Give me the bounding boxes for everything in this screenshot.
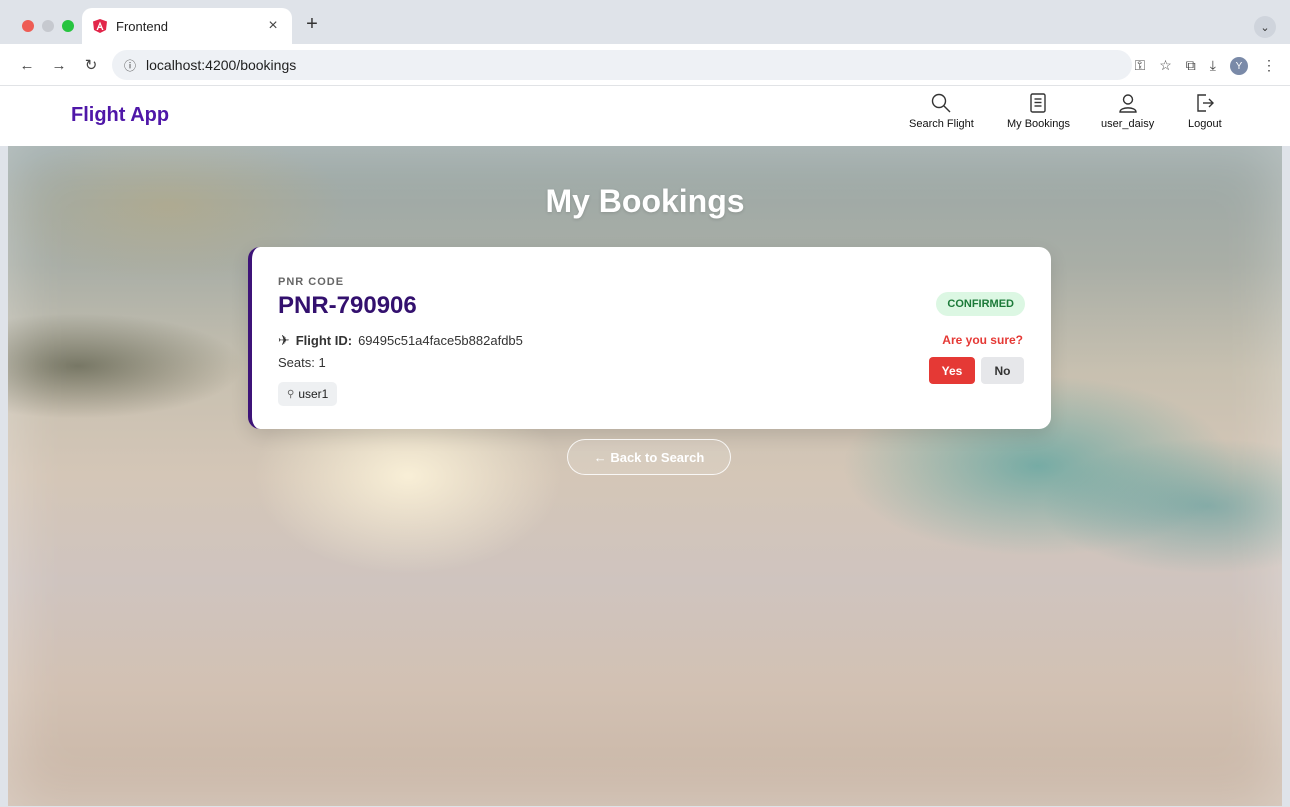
user-icon xyxy=(1118,94,1137,113)
profile-avatar[interactable]: Y xyxy=(1230,57,1248,75)
search-icon xyxy=(932,93,951,113)
confirm-yes-button[interactable]: Yes xyxy=(929,357,975,384)
document-icon xyxy=(1030,93,1047,113)
brand-logo[interactable]: Flight App xyxy=(71,104,169,127)
download-icon[interactable]: ⤓ xyxy=(1210,57,1216,75)
nav-label: user_daisy xyxy=(1101,118,1155,130)
back-arrow-icon[interactable]: ← xyxy=(16,54,38,76)
user-chip: ⚲ user1 xyxy=(278,382,338,406)
window-maximize-button[interactable] xyxy=(62,20,74,32)
seats-count: Seats: 1 xyxy=(278,355,326,370)
extensions-icon[interactable]: ⧉ xyxy=(1186,57,1196,75)
address-url[interactable]: localhost:4200/bookings xyxy=(146,57,296,73)
window-minimize-button[interactable] xyxy=(42,20,54,32)
window-close-button[interactable] xyxy=(22,20,34,32)
tab-close-icon[interactable]: × xyxy=(264,17,282,35)
nav-search-flight[interactable]: Search Flight xyxy=(909,92,974,130)
bookmark-star-icon[interactable]: ☆ xyxy=(1159,57,1172,75)
forward-arrow-icon[interactable]: → xyxy=(48,54,70,76)
address-bar[interactable]: ⓘ localhost:4200/bookings xyxy=(112,50,1132,80)
booking-card: PNR CODE PNR-790906 ✈ Flight ID: 69495c5… xyxy=(248,247,1051,429)
flight-id-row: ✈ Flight ID: 69495c51a4face5b882afdb5 xyxy=(278,332,523,349)
more-menu-icon[interactable]: ⋮ xyxy=(1262,57,1276,75)
status-badge: CONFIRMED xyxy=(936,292,1025,316)
browser-tabstrip: Frontend × + ⌄ xyxy=(0,0,1290,44)
nav-my-bookings[interactable]: My Bookings xyxy=(1007,92,1070,130)
angular-icon xyxy=(93,19,107,33)
logout-icon xyxy=(1197,94,1214,112)
user-chip-label: user1 xyxy=(298,387,329,401)
tab-search-button[interactable]: ⌄ xyxy=(1254,16,1276,38)
pnr-code: PNR-790906 xyxy=(278,292,417,319)
pnr-label: PNR CODE xyxy=(278,276,345,288)
background-image xyxy=(8,146,1282,806)
toolbar-actions: ⚿ ☆ ⧉ ⤓ Y ⋮ xyxy=(1135,57,1276,75)
confirm-no-button[interactable]: No xyxy=(981,357,1024,384)
app-header: Flight App Search Flight My Bookings use… xyxy=(0,86,1290,146)
back-to-search-button[interactable]: ← Back to Search xyxy=(567,439,731,475)
key-icon[interactable]: ⚿ xyxy=(1135,57,1146,75)
site-info-icon[interactable]: ⓘ xyxy=(124,57,136,74)
nav-logout[interactable]: Logout xyxy=(1188,92,1222,130)
nav-label: Search Flight xyxy=(909,118,974,130)
new-tab-button[interactable]: + xyxy=(300,13,324,36)
nav-label: Logout xyxy=(1188,118,1222,130)
browser-toolbar: ← → ↻ ⓘ localhost:4200/bookings ⚿ ☆ ⧉ ⤓ … xyxy=(0,44,1290,86)
browser-tab[interactable]: Frontend × xyxy=(82,8,292,44)
flight-id-label: Flight ID: xyxy=(295,333,353,348)
user-icon: ⚲ xyxy=(287,388,295,400)
cancel-confirm-prompt: Are you sure? xyxy=(942,333,1023,347)
nav-label: My Bookings xyxy=(1007,118,1070,130)
nav-user-profile[interactable]: user_daisy xyxy=(1101,92,1154,130)
airplane-icon: ✈ xyxy=(278,332,290,348)
tab-title: Frontend xyxy=(116,18,169,34)
reload-icon[interactable]: ↻ xyxy=(80,54,102,76)
page-title: My Bookings xyxy=(545,183,745,219)
flight-id-value: 69495c51a4face5b882afdb5 xyxy=(358,333,523,348)
